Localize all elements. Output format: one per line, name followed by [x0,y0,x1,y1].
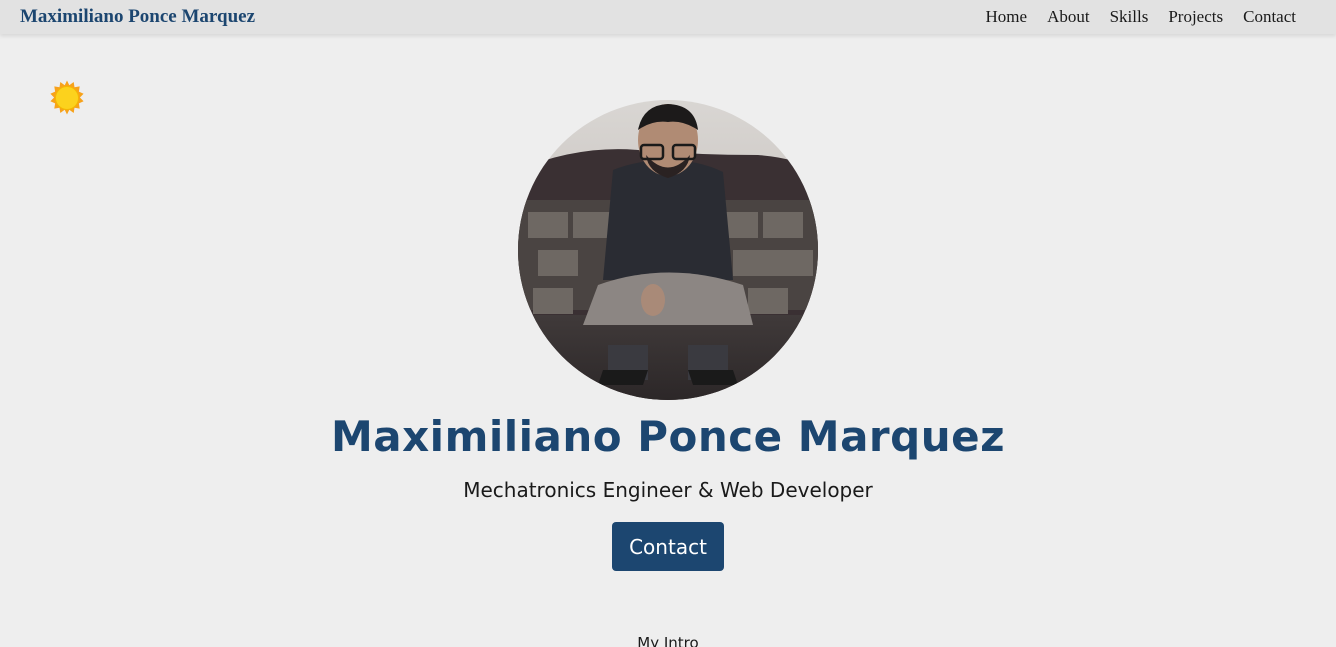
nav-link-skills[interactable]: Skills [1110,7,1149,27]
intro-section-label: My Intro [637,634,699,647]
profile-photo [518,100,818,400]
hero-name: Maximiliano Ponce Marquez [330,412,1006,461]
brand-logo[interactable]: Maximiliano Ponce Marquez [20,6,255,28]
theme-toggle-button[interactable] [48,79,86,117]
nav-link-projects[interactable]: Projects [1168,7,1223,27]
nav-links: Home About Skills Projects Contact [986,7,1296,27]
sun-icon [50,80,84,115]
nav-link-contact[interactable]: Contact [1243,7,1296,27]
nav-link-about[interactable]: About [1047,7,1090,27]
navbar: Maximiliano Ponce Marquez Home About Ski… [0,0,1336,34]
hero-role: Mechatronics Engineer & Web Developer [463,478,873,502]
nav-link-home[interactable]: Home [986,7,1028,27]
avatar [518,100,818,400]
contact-button[interactable]: Contact [612,522,724,571]
